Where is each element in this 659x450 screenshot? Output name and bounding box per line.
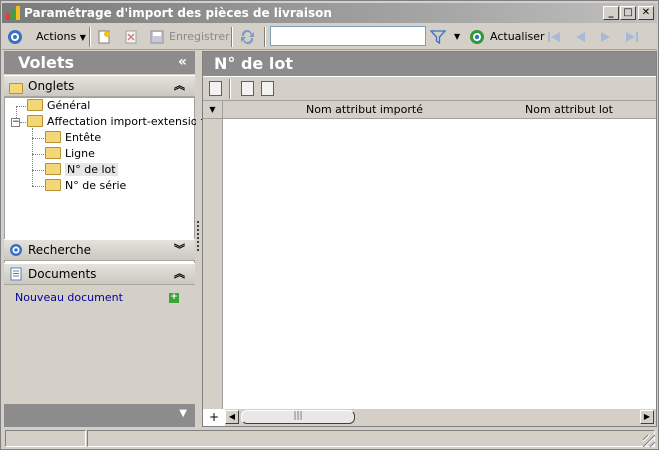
row-selector-dropdown-icon[interactable]: ▼ (203, 101, 223, 119)
minimize-button[interactable]: _ (603, 6, 619, 20)
scrollbar-thumb[interactable]: ||| (241, 410, 355, 424)
tree-line (20, 122, 26, 123)
tree-item-label: N° de série (65, 179, 127, 192)
title-bar[interactable]: Paramétrage d'import des pièces de livra… (2, 3, 657, 23)
status-bar (2, 429, 657, 449)
panel-title: Volets (18, 53, 75, 72)
open-folder-icon (45, 163, 61, 175)
toolbar-separator (264, 27, 266, 47)
folder-icon (9, 79, 23, 94)
add-row-button[interactable]: + (205, 409, 223, 426)
document-icon (10, 267, 22, 281)
tree-line (32, 154, 44, 155)
new-document-link[interactable]: Nouveau document (15, 291, 123, 304)
grid-header: ▼ Nom attribut importé Nom attribut lot (203, 101, 656, 119)
collapse-panel-icon[interactable]: « (178, 51, 187, 74)
save-button[interactable]: Enregistrer (169, 27, 230, 47)
section-tabs-label: Onglets (28, 79, 75, 93)
folder-icon (45, 179, 61, 191)
tree-item-lot[interactable]: N° de lot (45, 162, 118, 178)
first-record-icon[interactable] (546, 30, 562, 44)
status-cell (5, 430, 86, 447)
maximize-button[interactable]: □ (620, 6, 636, 20)
tree-item-affectation[interactable]: Affectation import-extension (27, 114, 204, 130)
status-cell (87, 430, 655, 447)
target-icon[interactable] (7, 29, 23, 45)
tree-item-serie[interactable]: N° de série (45, 178, 126, 194)
pane-splitter[interactable] (196, 51, 201, 427)
section-search-label: Recherche (28, 243, 92, 257)
window-resize-grip[interactable] (643, 435, 655, 447)
tree-line (32, 170, 44, 171)
side-panel: Volets « Onglets ︽ Général − Affectation… (4, 51, 204, 427)
folder-icon (27, 115, 43, 127)
add-document-icon[interactable]: + (169, 293, 179, 303)
tree-item-label: N° de lot (65, 163, 118, 176)
refresh-button[interactable]: Actualiser (490, 27, 545, 47)
actions-menu-button[interactable]: Actions ▼ (36, 27, 86, 47)
tree-line (32, 128, 33, 186)
tree-item-general[interactable]: Général (27, 98, 90, 114)
grid-toolbar (203, 77, 656, 101)
scroll-left-icon[interactable]: ◀ (225, 410, 239, 424)
folder-icon (27, 99, 43, 111)
main-toolbar: Actions ▼ Enregistrer ▼ Actualiser (2, 24, 657, 50)
search-target-icon (10, 244, 22, 256)
delete-icon[interactable] (124, 30, 138, 44)
page-title: N° de lot (203, 52, 656, 76)
tree-line (32, 186, 44, 187)
tree-item-label: Général (47, 99, 91, 112)
collapse-node-icon[interactable]: − (11, 118, 20, 127)
tree-item-label: Ligne (65, 147, 95, 160)
save-icon[interactable] (150, 30, 164, 44)
window-title: Paramétrage d'import des pièces de livra… (24, 6, 332, 20)
tree-item-label: Affectation import-extension (47, 115, 205, 128)
splitter-grip (197, 221, 199, 251)
panel-header: Volets « (4, 51, 195, 74)
toolbar-separator (231, 27, 233, 47)
new-item-icon[interactable] (97, 30, 111, 44)
folder-icon (45, 147, 61, 159)
column-header-imported-attribute[interactable]: Nom attribut importé (306, 103, 423, 116)
tree-item-entete[interactable]: Entête (45, 130, 101, 146)
last-record-icon[interactable] (624, 30, 640, 44)
sync-icon[interactable] (239, 29, 256, 45)
horizontal-scrollbar[interactable]: ◀ ||| ▶ (225, 409, 656, 426)
chevron-up-icon[interactable]: ︽ (174, 264, 185, 284)
main-content: N° de lot ▼ Nom attribut importé Nom att… (202, 51, 657, 427)
section-search[interactable]: Recherche ︾ (4, 239, 195, 261)
tree-line (32, 138, 44, 139)
folder-icon (45, 131, 61, 143)
previous-record-icon[interactable] (573, 30, 587, 44)
app-icon (6, 6, 20, 20)
toolbar-separator (89, 27, 91, 47)
section-tabs[interactable]: Onglets ︽ (4, 75, 195, 97)
chevron-down-icon: ▼ (79, 33, 86, 42)
chevron-down-icon[interactable]: ▼ (179, 408, 187, 419)
next-record-icon[interactable] (599, 30, 613, 44)
grid-body (203, 119, 656, 409)
filter-icon[interactable] (430, 29, 446, 45)
toolbar-separator (229, 79, 231, 99)
chevron-down-icon[interactable]: ︾ (174, 240, 185, 260)
document-edit-icon[interactable] (209, 81, 222, 96)
chevron-up-icon[interactable]: ︽ (174, 76, 185, 96)
panel-footer: ▼ (4, 404, 195, 427)
row-selector-column (203, 119, 223, 409)
refresh-icon[interactable] (469, 29, 485, 45)
close-button[interactable]: ✕ (638, 6, 654, 20)
section-documents[interactable]: Documents ︽ (4, 263, 195, 285)
app-window: Paramétrage d'import des pièces de livra… (0, 0, 659, 450)
search-input[interactable] (270, 26, 426, 46)
tree-item-label: Entête (65, 131, 102, 144)
filter-dropdown-icon[interactable]: ▼ (454, 27, 460, 47)
document-icon[interactable] (241, 81, 254, 96)
tree-item-ligne[interactable]: Ligne (45, 146, 95, 162)
section-documents-label: Documents (28, 267, 97, 281)
column-header-lot-attribute[interactable]: Nom attribut lot (525, 103, 613, 116)
actions-label: Actions (36, 30, 77, 43)
scroll-right-icon[interactable]: ▶ (640, 410, 654, 424)
document-copy-icon[interactable] (261, 81, 274, 96)
tree-line (16, 106, 26, 107)
